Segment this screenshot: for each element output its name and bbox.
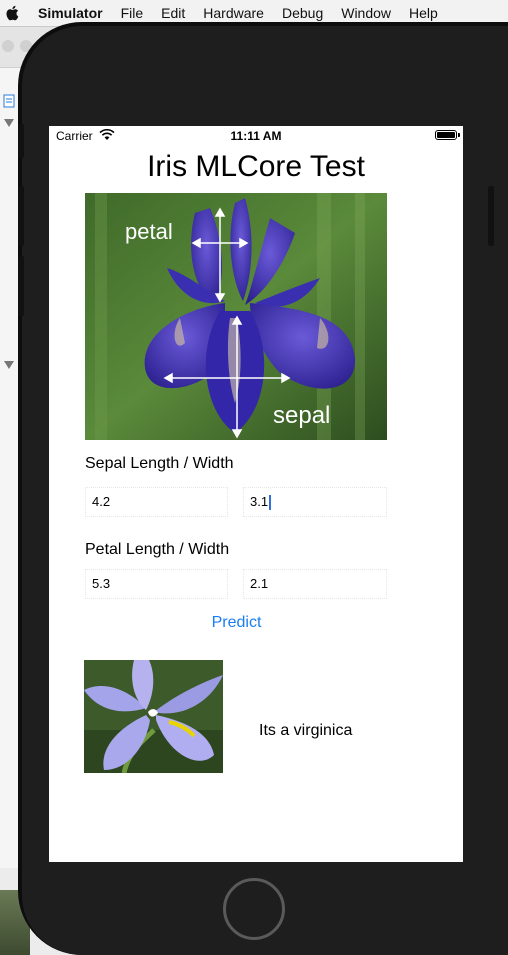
menu-debug[interactable]: Debug	[282, 5, 323, 21]
text-cursor	[269, 495, 271, 511]
prediction-result: Its a virginica	[259, 722, 353, 739]
sepal-width-value: 3.1	[250, 494, 269, 509]
petal-length-input[interactable]: 5.3	[85, 569, 228, 599]
power-button[interactable]	[488, 186, 494, 246]
home-button[interactable]	[223, 878, 285, 940]
mute-switch	[18, 124, 24, 158]
battery-icon	[435, 130, 460, 140]
disclosure-triangle-icon[interactable]	[4, 118, 14, 128]
menu-hardware[interactable]: Hardware	[203, 5, 264, 21]
menu-file[interactable]: File	[121, 5, 144, 21]
sepal-width-input[interactable]: 3.1	[243, 487, 387, 517]
sepal-length-value: 4.2	[92, 494, 111, 509]
predict-button[interactable]: Predict	[49, 614, 424, 632]
status-time: 11:11 AM	[230, 129, 282, 143]
petal-width-input[interactable]: 2.1	[243, 569, 387, 599]
petal-diagram-label: petal	[125, 219, 173, 244]
petal-section-label: Petal Length / Width	[85, 541, 230, 558]
volume-up-button[interactable]	[18, 186, 24, 246]
status-bar: Carrier 11:11 AM	[49, 126, 463, 146]
predicted-iris-thumbnail	[84, 660, 223, 773]
apple-menu-icon[interactable]	[5, 5, 19, 21]
page-title: Iris MLCore Test	[147, 150, 365, 183]
file-icon	[3, 94, 15, 108]
sepal-diagram-label: sepal	[273, 402, 330, 429]
disclosure-triangle-icon[interactable]	[4, 360, 14, 370]
window-close-button[interactable]	[2, 40, 14, 52]
petal-width-value: 2.1	[250, 576, 269, 591]
volume-down-button[interactable]	[18, 256, 24, 316]
petal-length-value: 5.3	[92, 576, 111, 591]
menu-edit[interactable]: Edit	[161, 5, 185, 21]
iphone-screen: Carrier 11:11 AM Iris MLCore Test petal …	[49, 126, 463, 862]
menu-help[interactable]: Help	[409, 5, 438, 21]
iris-diagram-image: petal sepal	[85, 193, 387, 440]
menu-window[interactable]: Window	[341, 5, 391, 21]
menu-app-name[interactable]: Simulator	[38, 5, 103, 21]
sepal-section-label: Sepal Length / Width	[85, 455, 234, 472]
sepal-length-input[interactable]: 4.2	[85, 487, 228, 517]
